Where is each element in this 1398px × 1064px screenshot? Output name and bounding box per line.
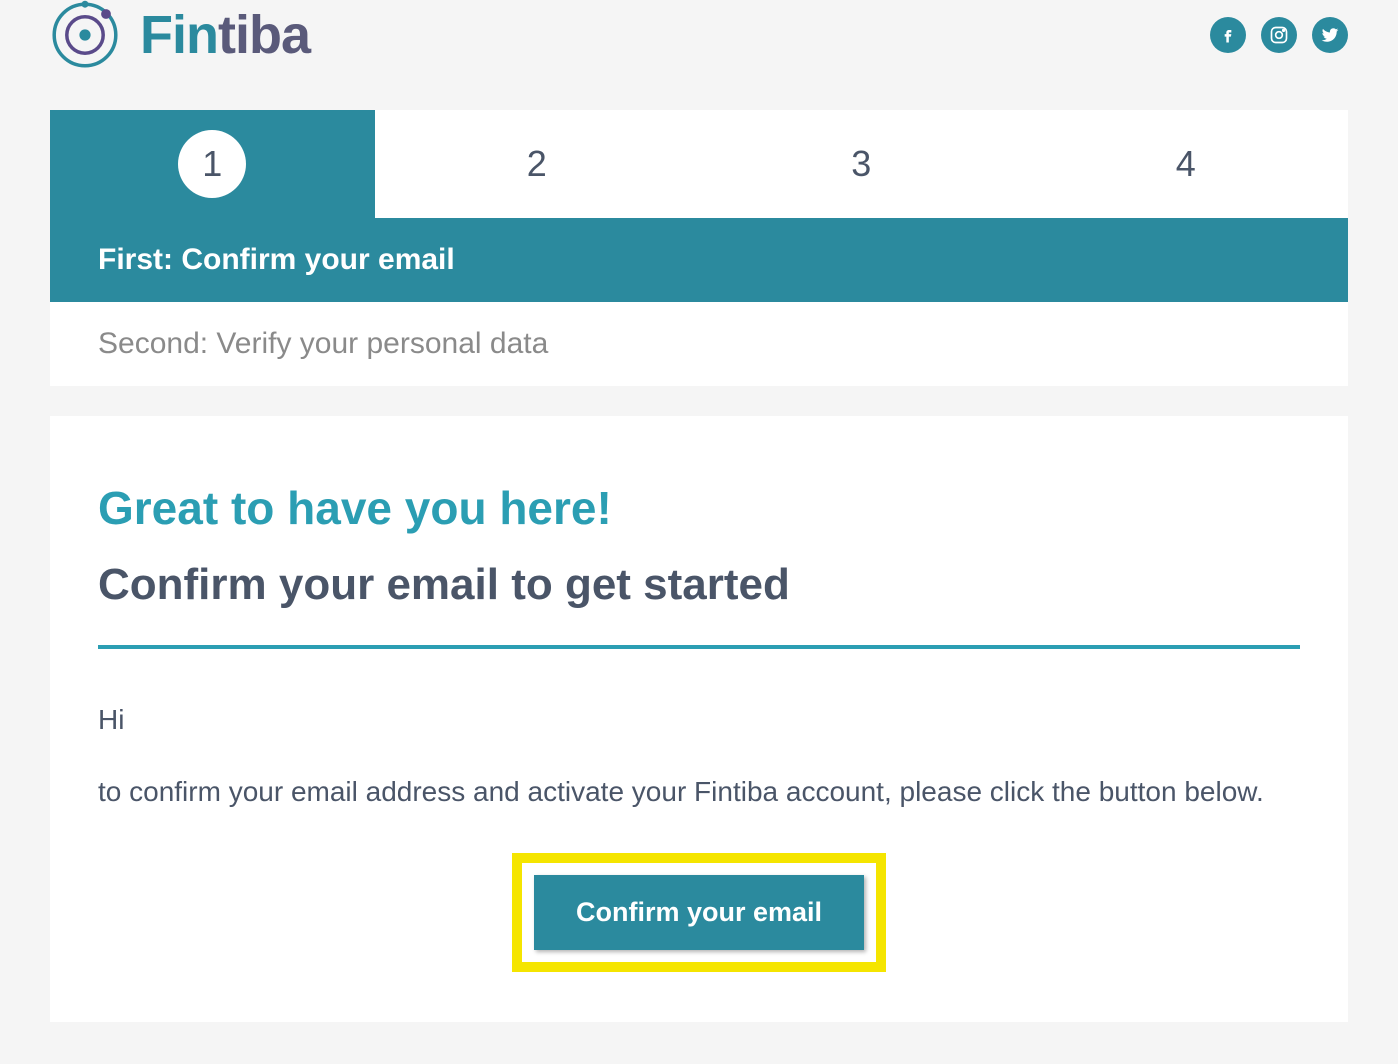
instagram-icon[interactable]: [1261, 17, 1297, 53]
button-highlight-border: Confirm your email: [512, 853, 886, 972]
step-1: 1: [50, 110, 375, 218]
headline-welcome: Great to have you here!: [98, 481, 1300, 535]
step-indicator: 1 2 3 4: [50, 110, 1348, 218]
step-3: 3: [699, 110, 1024, 218]
button-highlight-wrapper: Confirm your email: [98, 853, 1300, 972]
step-1-circle: 1: [178, 130, 246, 198]
content-card: Great to have you here! Confirm your ema…: [50, 416, 1348, 1022]
greeting-text: Hi: [98, 699, 1300, 741]
step-active-title: First: Confirm your email: [50, 218, 1348, 302]
step-next-title: Second: Verify your personal data: [50, 302, 1348, 386]
facebook-icon[interactable]: [1210, 17, 1246, 53]
social-icons: [1210, 17, 1348, 53]
brand-name: Fintiba: [140, 4, 310, 66]
email-header: Fintiba: [0, 0, 1398, 110]
step-4: 4: [1024, 110, 1349, 218]
confirm-email-button[interactable]: Confirm your email: [534, 875, 864, 950]
step-2: 2: [375, 110, 700, 218]
body-text: to confirm your email address and activa…: [98, 771, 1300, 813]
divider: [98, 645, 1300, 649]
brand-logo: Fintiba: [50, 0, 310, 70]
brand-logo-icon: [50, 0, 120, 70]
steps-card: 1 2 3 4 First: Confirm your email Second…: [50, 110, 1348, 386]
headline-instruction: Confirm your email to get started: [98, 560, 1300, 610]
twitter-icon[interactable]: [1312, 17, 1348, 53]
